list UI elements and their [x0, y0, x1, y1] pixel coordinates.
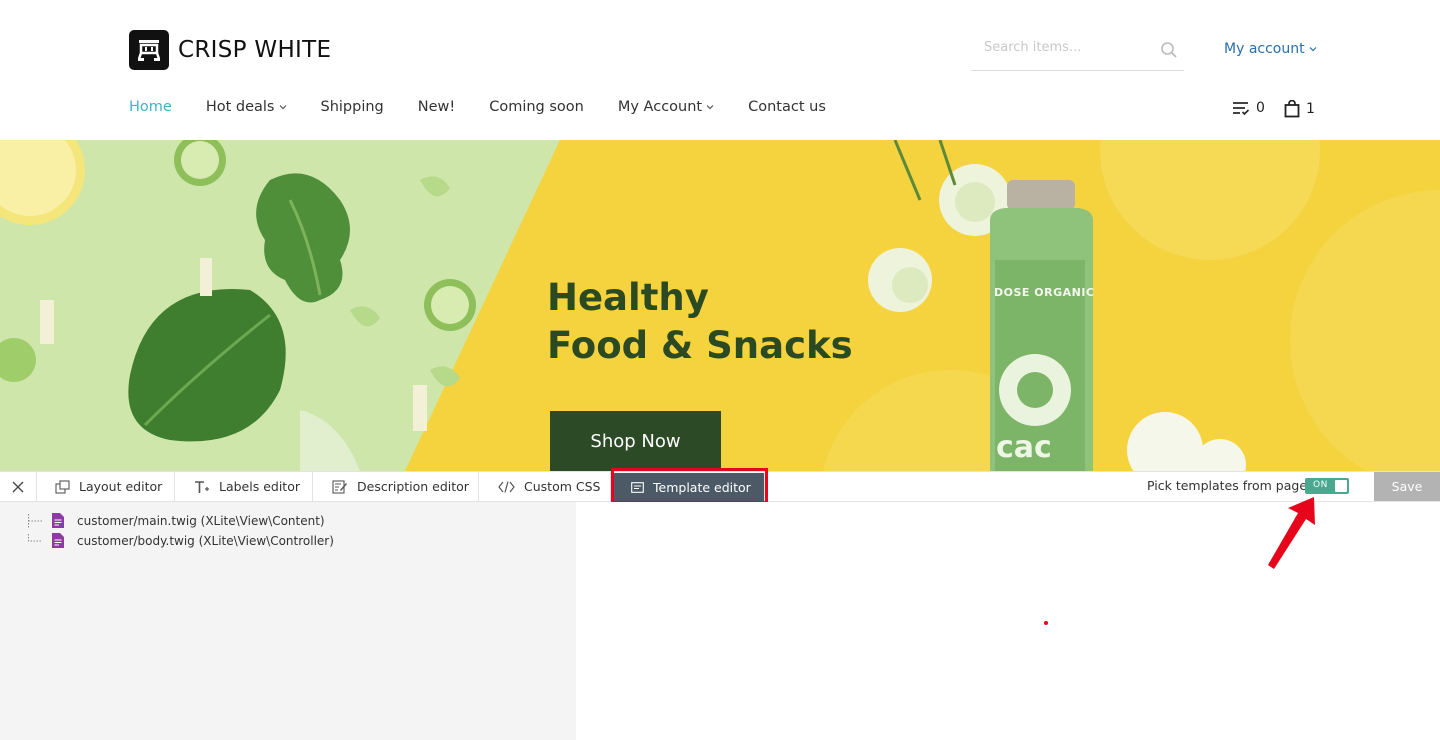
chevron-down-icon	[706, 105, 714, 110]
tab-labels-editor[interactable]: Labels editor	[175, 472, 313, 501]
template-path: customer/main.twig (XLite\View\Content)	[77, 513, 325, 528]
template-tree-panel: customer/main.twig (XLite\View\Content) …	[0, 502, 576, 740]
nav-item-coming-soon[interactable]: Coming soon	[489, 99, 584, 115]
hero-banner: Healthy Food & Snacks DOSE ORGANIC cac S…	[0, 140, 1440, 471]
tree-connector-icon	[28, 513, 42, 527]
tree-connector-icon	[28, 533, 42, 541]
store-logo[interactable]: CRISP WHITE	[129, 30, 331, 70]
nav-item-hot-deals[interactable]: Hot deals	[206, 99, 287, 115]
my-account-dropdown[interactable]: My account	[1224, 41, 1317, 57]
close-editor-button[interactable]	[0, 472, 37, 501]
template-editor-highlight	[611, 468, 768, 504]
pick-templates-toggle[interactable]: ON	[1305, 478, 1349, 494]
nav-item-my-account[interactable]: My Account	[618, 99, 714, 115]
shop-now-button[interactable]: Shop Now	[550, 411, 721, 471]
search-box	[971, 30, 1184, 71]
store-name: CRISP WHITE	[178, 37, 332, 63]
bottle-word-text: cac	[996, 430, 1052, 465]
layout-icon	[55, 479, 70, 494]
chevron-down-icon	[279, 105, 286, 110]
file-icon	[52, 513, 64, 528]
save-button[interactable]: Save	[1374, 472, 1440, 501]
text-icon	[194, 480, 210, 494]
search-icon[interactable]	[1160, 41, 1178, 63]
cart-count: 1	[1306, 101, 1315, 117]
search-input[interactable]	[984, 40, 1154, 55]
nav-item-contact-us[interactable]: Contact us	[748, 99, 826, 115]
tree-item-body-twig[interactable]: customer/body.twig (XLite\View\Controlle…	[28, 533, 334, 548]
site-header: CRISP WHITE My account Home Hot deals Sh…	[0, 0, 1440, 140]
banner-headline: Healthy Food & Snacks	[547, 276, 853, 367]
main-nav: Home Hot deals Shipping New! Coming soon…	[129, 99, 860, 115]
bottle-brand-text: DOSE ORGANIC	[994, 286, 1095, 299]
compare-count: 0	[1256, 100, 1265, 116]
nav-item-new[interactable]: New!	[418, 99, 455, 115]
close-icon	[12, 481, 24, 492]
red-arrow-icon	[1268, 497, 1315, 569]
nav-item-home[interactable]: Home	[129, 99, 172, 115]
chevron-down-icon	[1309, 47, 1317, 52]
compare-link[interactable]: 0	[1232, 100, 1265, 116]
toggle-state-label: ON	[1313, 480, 1328, 490]
pick-templates-label: Pick templates from page	[1147, 478, 1308, 493]
tab-description-editor[interactable]: Description editor	[313, 472, 479, 501]
tab-custom-css[interactable]: Custom CSS	[479, 472, 611, 501]
cart-logo-icon	[129, 30, 169, 70]
nav-item-shipping[interactable]: Shipping	[321, 99, 384, 115]
cursor-marker	[1044, 621, 1048, 625]
compare-list-icon	[1233, 102, 1250, 116]
edit-icon	[332, 479, 348, 494]
shopping-bag-icon	[1284, 100, 1300, 118]
toggle-knob	[1335, 480, 1347, 492]
cart-link[interactable]: 1	[1284, 100, 1315, 118]
my-account-label: My account	[1224, 41, 1305, 57]
template-path: customer/body.twig (XLite\View\Controlle…	[77, 533, 334, 548]
tab-layout-editor[interactable]: Layout editor	[37, 472, 175, 501]
file-icon	[52, 533, 64, 548]
code-icon	[498, 480, 515, 493]
tree-item-main-twig[interactable]: customer/main.twig (XLite\View\Content)	[28, 513, 325, 528]
